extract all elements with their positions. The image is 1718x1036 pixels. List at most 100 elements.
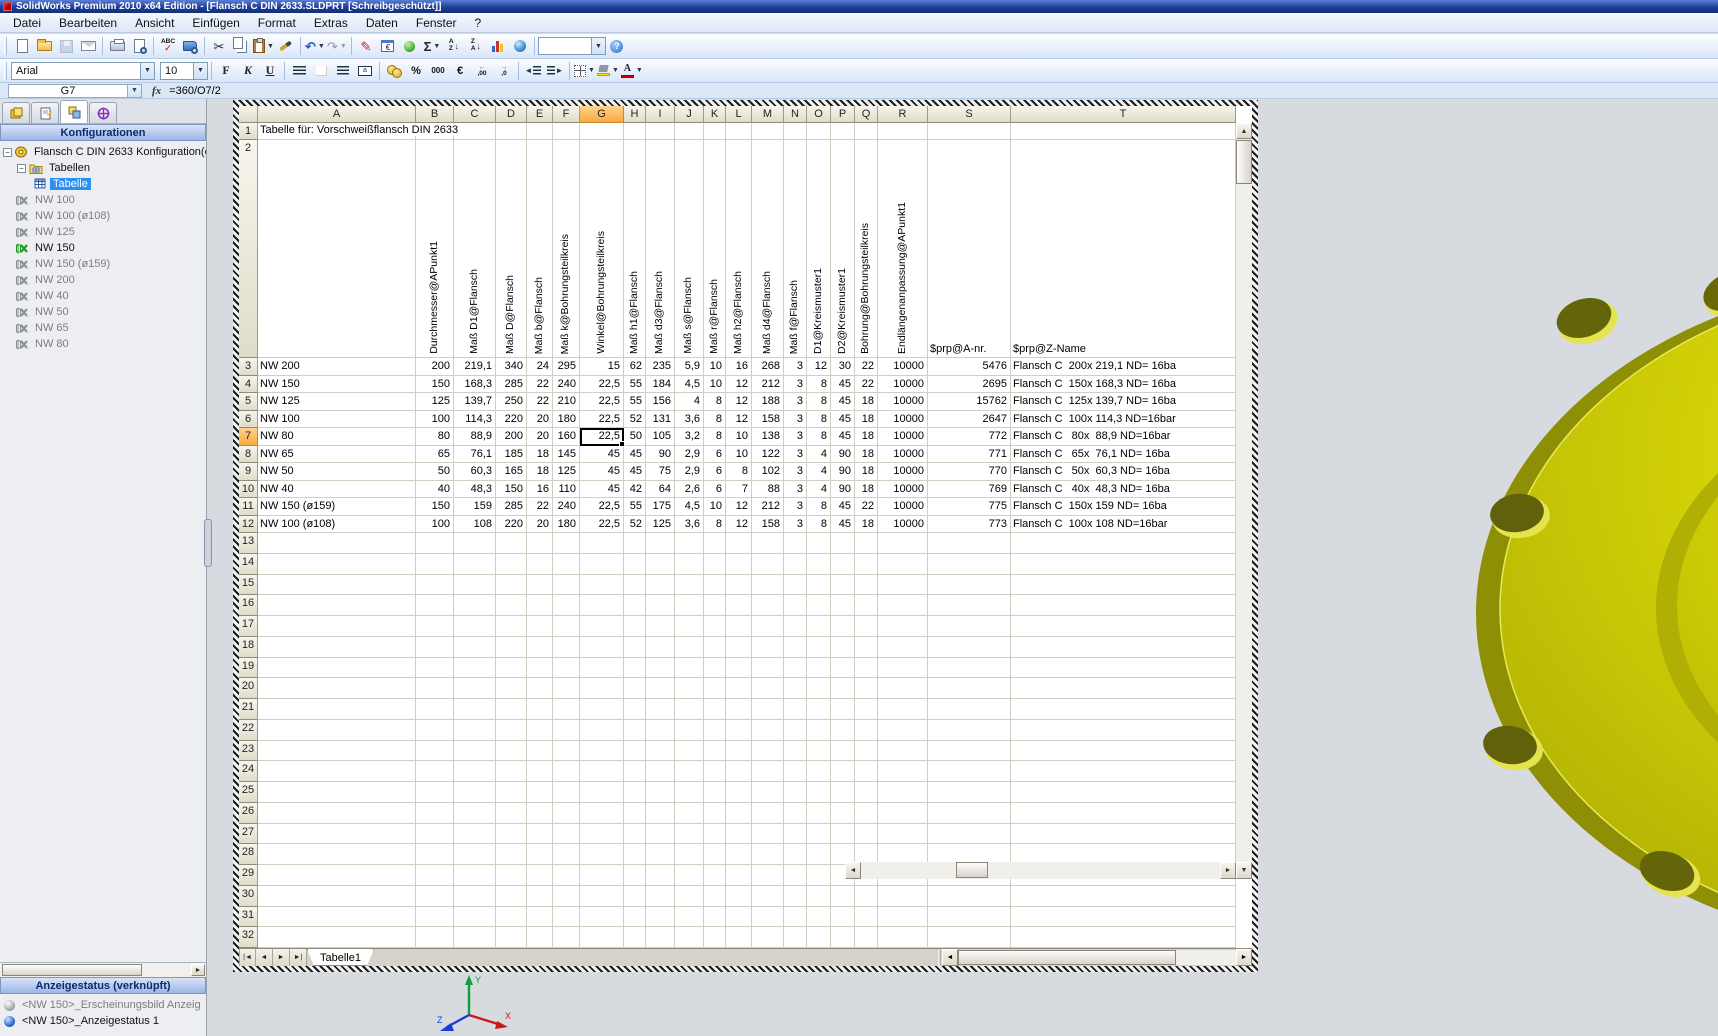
table-cell[interactable] [580, 927, 624, 948]
table-cell[interactable]: 22,5 [580, 410, 624, 428]
table-cell[interactable]: 90 [831, 445, 855, 463]
percent-style-icon[interactable]: % [405, 60, 427, 81]
table-cell[interactable] [928, 885, 1011, 907]
save-icon[interactable] [55, 36, 77, 57]
table-cell[interactable] [831, 636, 855, 658]
table-cell[interactable] [878, 636, 928, 658]
table-cell[interactable] [831, 553, 855, 575]
table-cell[interactable]: NW 100 (ø108) [258, 515, 416, 533]
table-cell[interactable] [454, 865, 496, 886]
table-cell[interactable] [784, 699, 807, 720]
scroll-left-icon[interactable]: ◄ [942, 949, 958, 966]
row-header[interactable]: 1 [239, 123, 258, 140]
rotated-header-cell[interactable]: Endlängenanpassung@APunkt1 [878, 140, 928, 358]
table-cell[interactable] [784, 636, 807, 658]
table-cell[interactable] [675, 616, 704, 637]
table-cell[interactable]: 100 [416, 410, 454, 428]
table-cell[interactable]: 52 [624, 410, 646, 428]
table-cell[interactable] [784, 533, 807, 554]
table-cell[interactable] [784, 740, 807, 762]
underline-button[interactable]: U [259, 60, 281, 81]
table-cell[interactable] [831, 574, 855, 596]
config-item[interactable]: NW 150 [0, 240, 206, 256]
table-cell[interactable] [624, 844, 646, 865]
table-cell[interactable] [496, 636, 527, 658]
config-item[interactable]: NW 100 [0, 192, 206, 208]
table-cell[interactable] [454, 802, 496, 824]
table-cell[interactable] [726, 553, 752, 575]
table-cell[interactable]: 160 [553, 428, 580, 446]
table-cell[interactable]: 295 [553, 358, 580, 376]
table-cell[interactable] [726, 636, 752, 658]
table-cell[interactable] [784, 553, 807, 575]
table-cell[interactable]: 16 [726, 358, 752, 376]
table-cell[interactable] [831, 123, 855, 140]
table-cell[interactable]: 20 [527, 428, 553, 446]
select-all-corner[interactable] [239, 106, 258, 123]
table-cell[interactable] [831, 885, 855, 907]
table-cell[interactable] [726, 740, 752, 762]
table-cell[interactable] [726, 761, 752, 782]
column-header[interactable]: F [553, 106, 580, 123]
table-cell[interactable] [553, 553, 580, 575]
table-cell[interactable] [704, 636, 726, 658]
column-header[interactable]: H [624, 106, 646, 123]
table-cell[interactable] [928, 657, 1011, 679]
table-cell[interactable]: Flansch C 150x 159 ND= 16ba [1011, 498, 1236, 516]
table-cell[interactable]: 139,7 [454, 393, 496, 411]
table-cell[interactable] [675, 533, 704, 554]
table-cell[interactable]: 8 [807, 515, 831, 533]
euro-style-icon[interactable]: € [449, 60, 471, 81]
display-state-item[interactable]: <NW 150>_Erscheinungsbild Anzeig [4, 997, 206, 1013]
collapse-icon[interactable]: − [17, 163, 26, 173]
table-cell[interactable] [752, 823, 784, 845]
row-header[interactable]: 16 [239, 595, 258, 616]
table-cell[interactable] [553, 906, 580, 928]
table-cell[interactable]: 2647 [928, 410, 1011, 428]
table-cell[interactable] [855, 678, 878, 699]
table-cell[interactable] [807, 699, 831, 720]
table-cell[interactable] [258, 740, 416, 762]
table-cell[interactable] [1011, 657, 1236, 679]
scrollbar-thumb[interactable] [1236, 140, 1252, 184]
table-cell[interactable] [878, 761, 928, 782]
table-cell[interactable] [831, 699, 855, 720]
table-cell[interactable] [784, 802, 807, 824]
table-cell[interactable] [258, 865, 416, 886]
table-cell[interactable]: 138 [752, 428, 784, 446]
table-cell[interactable] [416, 865, 454, 886]
table-cell[interactable] [726, 927, 752, 948]
table-cell[interactable] [527, 906, 553, 928]
row-header[interactable]: 4 [239, 375, 258, 393]
table-cell[interactable] [878, 885, 928, 907]
row-header[interactable]: 29 [239, 865, 258, 886]
table-cell[interactable]: NW 80 [258, 428, 416, 446]
table-cell[interactable] [496, 719, 527, 741]
table-cell[interactable] [580, 595, 624, 616]
table-cell[interactable]: 285 [496, 498, 527, 516]
menu-extras[interactable]: Extras [305, 14, 357, 32]
table-cell[interactable] [1011, 574, 1236, 596]
table-cell[interactable] [807, 616, 831, 637]
table-cell[interactable] [496, 595, 527, 616]
table-cell[interactable]: 22,5 [580, 428, 625, 446]
scroll-down-icon[interactable]: ▼ [1236, 862, 1252, 879]
table-cell[interactable]: 771 [928, 445, 1011, 463]
scroll-left-icon[interactable]: ◄ [845, 862, 861, 879]
table-cell[interactable]: 220 [496, 410, 527, 428]
format-painter-icon[interactable] [275, 36, 297, 57]
table-cell[interactable]: 10000 [878, 410, 928, 428]
table-cell[interactable]: 772 [928, 428, 1011, 446]
autosum-icon[interactable]: Σ ▼ [421, 36, 443, 57]
table-cell[interactable] [878, 782, 928, 803]
table-cell[interactable] [496, 657, 527, 679]
table-cell[interactable]: 188 [752, 393, 784, 411]
collapse-icon[interactable]: − [3, 147, 12, 157]
table-cell[interactable]: 175 [646, 498, 675, 516]
table-cell[interactable] [855, 740, 878, 762]
table-cell[interactable] [258, 636, 416, 658]
table-cell[interactable]: 5476 [928, 358, 1011, 376]
table-cell[interactable]: 12 [726, 375, 752, 393]
table-cell[interactable] [1011, 740, 1236, 762]
table-cell[interactable] [496, 802, 527, 824]
